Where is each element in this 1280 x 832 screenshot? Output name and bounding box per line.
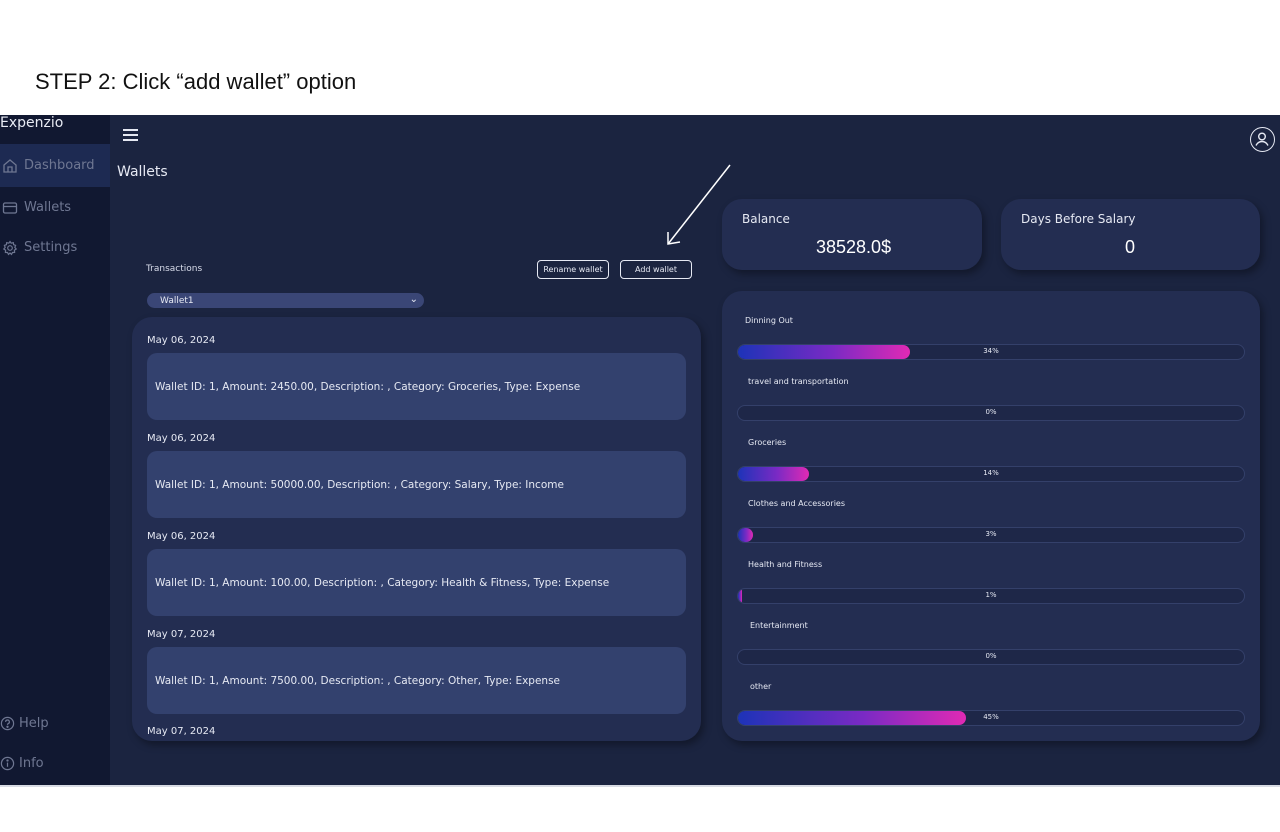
sidebar-help[interactable]: Help bbox=[0, 716, 49, 731]
category-progress-bar: 3% bbox=[737, 527, 1245, 543]
app-window: Expenzio Dashboard Wallets Settings Help… bbox=[0, 115, 1280, 785]
category-progress-bar: 45% bbox=[737, 710, 1245, 726]
category-name: Clothes and Accessories bbox=[748, 499, 846, 508]
transaction-card[interactable]: Wallet ID: 1, Amount: 50000.00, Descript… bbox=[147, 451, 686, 518]
category-percent: 1% bbox=[985, 591, 997, 599]
category-percent: 14% bbox=[983, 469, 999, 477]
chevron-down-icon: ⌄ bbox=[409, 294, 418, 305]
salary-card: Days Before Salary 0 bbox=[1001, 199, 1260, 270]
info-icon bbox=[0, 756, 15, 771]
menu-icon[interactable] bbox=[123, 129, 138, 143]
sidebar-item-settings[interactable]: Settings bbox=[0, 226, 110, 269]
transaction-date: May 06, 2024 bbox=[147, 433, 216, 444]
rename-wallet-button[interactable]: Rename wallet bbox=[537, 260, 609, 279]
sidebar-item-label: Wallets bbox=[24, 200, 72, 215]
sidebar: Expenzio Dashboard Wallets Settings Help… bbox=[0, 115, 110, 785]
gear-icon bbox=[2, 239, 18, 255]
category-progress-bar: 1% bbox=[737, 588, 1245, 604]
category-progress-bar: 34% bbox=[737, 344, 1245, 360]
divider bbox=[0, 785, 1280, 787]
add-wallet-button[interactable]: Add wallet bbox=[620, 260, 692, 279]
step-caption: STEP 2: Click “add wallet” option bbox=[35, 69, 357, 94]
category-name: Health and Fitness bbox=[748, 560, 823, 569]
wallet-select[interactable]: Wallet1 ⌄ bbox=[147, 293, 424, 308]
transactions-panel[interactable]: May 06, 2024 Wallet ID: 1, Amount: 2450.… bbox=[132, 317, 701, 741]
category-name: Entertainment bbox=[750, 621, 808, 630]
help-icon bbox=[0, 716, 15, 731]
info-label: Info bbox=[19, 756, 44, 771]
transaction-card[interactable]: Wallet ID: 1, Amount: 7500.00, Descripti… bbox=[147, 647, 686, 714]
transactions-label: Transactions bbox=[146, 264, 203, 274]
transaction-date: May 07, 2024 bbox=[147, 726, 216, 737]
brand-name: Expenzio bbox=[0, 115, 64, 131]
wallet-select-value: Wallet1 bbox=[160, 295, 194, 306]
category-name: Dinning Out bbox=[745, 316, 793, 325]
category-percent: 0% bbox=[985, 652, 997, 660]
category-progress-bar: 14% bbox=[737, 466, 1245, 482]
balance-label: Balance bbox=[742, 212, 790, 226]
category-progress-bar: 0% bbox=[737, 405, 1245, 421]
category-progress-bar: 0% bbox=[737, 649, 1245, 665]
category-name: Groceries bbox=[748, 438, 787, 447]
category-name: other bbox=[750, 682, 772, 691]
sidebar-item-label: Settings bbox=[24, 240, 78, 255]
category-panel: Dinning Out 34% travel and transportation 0… bbox=[722, 291, 1260, 741]
category-percent: 45% bbox=[983, 713, 999, 721]
sidebar-item-label: Dashboard bbox=[24, 158, 95, 173]
category-percent: 3% bbox=[985, 530, 997, 538]
salary-label: Days Before Salary bbox=[1021, 212, 1136, 226]
transaction-date: May 06, 2024 bbox=[147, 335, 216, 346]
wallet-icon bbox=[2, 201, 18, 214]
balance-card: Balance 38528.0$ bbox=[722, 199, 982, 270]
transaction-date: May 07, 2024 bbox=[147, 629, 216, 640]
sidebar-info[interactable]: Info bbox=[0, 756, 44, 771]
profile-icon[interactable] bbox=[1250, 127, 1275, 152]
transaction-card[interactable]: Wallet ID: 1, Amount: 100.00, Descriptio… bbox=[147, 549, 686, 616]
home-icon bbox=[3, 158, 17, 173]
balance-value: 38528.0$ bbox=[816, 237, 892, 257]
salary-value: 0 bbox=[1125, 237, 1136, 257]
page-title: Wallets bbox=[117, 164, 168, 180]
sidebar-item-wallets[interactable]: Wallets bbox=[0, 186, 110, 229]
category-name: travel and transportation bbox=[748, 377, 849, 386]
category-percent: 0% bbox=[985, 408, 997, 416]
category-percent: 34% bbox=[983, 347, 999, 355]
transaction-date: May 06, 2024 bbox=[147, 531, 216, 542]
transaction-card[interactable]: Wallet ID: 1, Amount: 2450.00, Descripti… bbox=[147, 353, 686, 420]
help-label: Help bbox=[19, 716, 49, 731]
sidebar-item-dashboard[interactable]: Dashboard bbox=[0, 144, 110, 187]
